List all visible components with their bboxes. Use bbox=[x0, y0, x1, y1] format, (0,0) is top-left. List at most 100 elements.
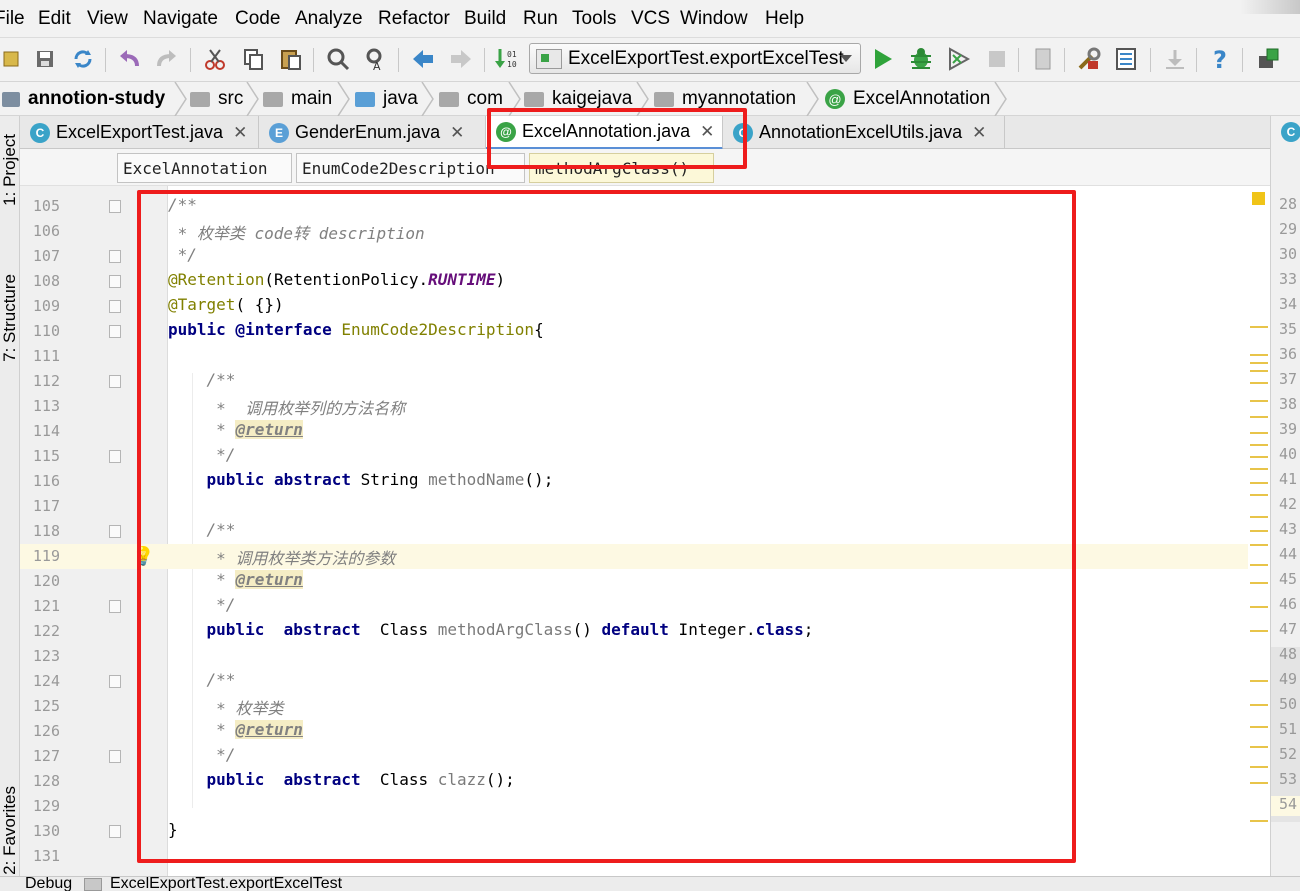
crumb-main[interactable]: main bbox=[263, 87, 332, 111]
crumb-myannotation[interactable]: myannotation bbox=[654, 87, 796, 111]
menu-window[interactable]: Window bbox=[680, 8, 748, 30]
copy-icon[interactable] bbox=[240, 46, 266, 72]
stripe-mark[interactable] bbox=[1250, 630, 1268, 632]
menu-build[interactable]: Build bbox=[464, 8, 506, 30]
menu-vcs[interactable]: VCS bbox=[631, 8, 670, 30]
fold-marker-icon[interactable] bbox=[109, 600, 121, 613]
stripe-mark[interactable] bbox=[1250, 680, 1268, 682]
menu-help[interactable]: Help bbox=[765, 8, 804, 30]
menu-run[interactable]: Run bbox=[523, 8, 558, 30]
stripe-mark[interactable] bbox=[1250, 456, 1268, 458]
close-icon[interactable]: ✕ bbox=[450, 123, 464, 143]
stripe-mark[interactable] bbox=[1250, 354, 1268, 356]
tab-genderenum[interactable]: E GenderEnum.java ✕ bbox=[259, 116, 486, 149]
stripe-mark[interactable] bbox=[1250, 704, 1268, 706]
download-icon[interactable] bbox=[1162, 46, 1188, 72]
stripe-mark[interactable] bbox=[1250, 782, 1268, 784]
stripe-mark[interactable] bbox=[1250, 494, 1268, 496]
menu-code[interactable]: Code bbox=[235, 8, 280, 30]
menu-tools[interactable]: Tools bbox=[572, 8, 616, 30]
error-stripe[interactable] bbox=[1248, 186, 1270, 876]
close-icon[interactable]: ✕ bbox=[700, 122, 714, 142]
stripe-mark[interactable] bbox=[1250, 444, 1268, 446]
menu-edit[interactable]: Edit bbox=[38, 8, 71, 30]
debug-label[interactable]: Debug bbox=[25, 877, 72, 891]
menu-navigate[interactable]: Navigate bbox=[143, 8, 218, 30]
crumb-com[interactable]: com bbox=[439, 87, 503, 111]
stripe-mark[interactable] bbox=[1250, 582, 1268, 584]
fold-marker-icon[interactable] bbox=[109, 825, 121, 838]
struct-methodargclass[interactable]: methodArgClass() bbox=[529, 153, 714, 183]
stripe-mark[interactable] bbox=[1250, 400, 1268, 402]
struct-enumcode2description[interactable]: EnumCode2Description bbox=[296, 153, 525, 183]
stripe-mark[interactable] bbox=[1250, 564, 1268, 566]
crumb-project[interactable]: annotion-study bbox=[2, 87, 165, 111]
tab-annotationexcelutils[interactable]: C AnnotationExcelUtils.java ✕ bbox=[723, 116, 1005, 149]
stripe-mark[interactable] bbox=[1250, 766, 1268, 768]
make-project-icon[interactable]: 01 10 bbox=[494, 46, 520, 72]
menu-view[interactable]: View bbox=[87, 8, 128, 30]
stripe-mark[interactable] bbox=[1250, 416, 1268, 418]
help-icon[interactable]: ? bbox=[1208, 46, 1234, 72]
crumb-kaigejava[interactable]: kaigejava bbox=[524, 87, 632, 111]
stripe-mark[interactable] bbox=[1250, 746, 1268, 748]
fold-marker-icon[interactable] bbox=[109, 675, 121, 688]
project-structure-icon[interactable] bbox=[1030, 46, 1056, 72]
plugin-icon[interactable] bbox=[1255, 46, 1281, 72]
debug-icon[interactable] bbox=[908, 46, 934, 72]
struct-excelannotation[interactable]: ExcelAnnotation bbox=[117, 153, 292, 183]
run-with-coverage-icon[interactable] bbox=[946, 46, 972, 72]
lightbulb-icon[interactable]: 💡 bbox=[132, 546, 154, 567]
stripe-mark[interactable] bbox=[1250, 606, 1268, 608]
fold-marker-icon[interactable] bbox=[109, 375, 121, 388]
settings-wrench-icon[interactable] bbox=[1076, 46, 1102, 72]
crumb-src[interactable]: src bbox=[190, 87, 243, 111]
replace-icon[interactable]: A bbox=[363, 46, 389, 72]
menu-refactor[interactable]: Refactor bbox=[378, 8, 450, 30]
debug-config-label[interactable]: ExcelExportTest.exportExcelTest bbox=[110, 877, 342, 891]
fold-marker-icon[interactable] bbox=[109, 750, 121, 763]
split-editor-pane[interactable]: C 28 29 30 33 34 35 36 37 38 39 40 41 42… bbox=[1270, 116, 1300, 876]
find-icon[interactable] bbox=[325, 46, 351, 72]
cut-icon[interactable] bbox=[202, 46, 228, 72]
stop-icon[interactable] bbox=[984, 46, 1010, 72]
stripe-mark[interactable] bbox=[1250, 820, 1268, 822]
save-icon[interactable] bbox=[32, 46, 58, 72]
close-icon[interactable]: ✕ bbox=[972, 123, 986, 143]
stripe-mark[interactable] bbox=[1250, 726, 1268, 728]
fold-marker-icon[interactable] bbox=[109, 325, 121, 338]
favorites-tool-tab[interactable]: 2: Favorites bbox=[0, 786, 20, 875]
stripe-mark[interactable] bbox=[1250, 468, 1268, 470]
paste-icon[interactable] bbox=[278, 46, 304, 72]
fold-marker-icon[interactable] bbox=[109, 525, 121, 538]
stripe-mark[interactable] bbox=[1250, 326, 1268, 328]
open-folder-icon[interactable] bbox=[0, 46, 26, 72]
run-icon[interactable] bbox=[870, 46, 896, 72]
stripe-mark[interactable] bbox=[1250, 432, 1268, 434]
fold-marker-icon[interactable] bbox=[109, 450, 121, 463]
tab-excelexporttest[interactable]: C ExcelExportTest.java ✕ bbox=[20, 116, 259, 149]
stripe-mark[interactable] bbox=[1250, 516, 1268, 518]
run-configuration-dropdown[interactable]: ExcelExportTest.exportExcelTest bbox=[529, 43, 861, 74]
fold-marker-icon[interactable] bbox=[109, 250, 121, 263]
stripe-mark[interactable] bbox=[1250, 370, 1268, 372]
code-editor[interactable]: 105 /** 106 * 枚举类 code转 description 107 … bbox=[20, 186, 1270, 876]
close-icon[interactable]: ✕ bbox=[233, 123, 247, 143]
tab-excelannotation[interactable]: @ ExcelAnnotation.java ✕ bbox=[486, 116, 723, 150]
fold-marker-icon[interactable] bbox=[109, 200, 121, 213]
forward-arrow-icon[interactable] bbox=[448, 46, 474, 72]
project-tool-tab[interactable]: 1: Project bbox=[0, 134, 20, 206]
stripe-mark[interactable] bbox=[1250, 382, 1268, 384]
stripe-mark[interactable] bbox=[1250, 482, 1268, 484]
sync-icon[interactable] bbox=[70, 46, 96, 72]
warning-indicator-icon[interactable] bbox=[1252, 192, 1265, 205]
undo-icon[interactable] bbox=[116, 46, 142, 72]
stripe-mark[interactable] bbox=[1250, 544, 1268, 546]
crumb-excelannotation[interactable]: @ ExcelAnnotation bbox=[825, 87, 990, 111]
menu-file[interactable]: File bbox=[0, 8, 25, 30]
structure-tool-tab[interactable]: 7: Structure bbox=[0, 274, 20, 362]
project-settings-icon[interactable] bbox=[1114, 46, 1140, 72]
back-arrow-icon[interactable] bbox=[410, 46, 436, 72]
stripe-mark[interactable] bbox=[1250, 362, 1268, 364]
fold-marker-icon[interactable] bbox=[109, 275, 121, 288]
